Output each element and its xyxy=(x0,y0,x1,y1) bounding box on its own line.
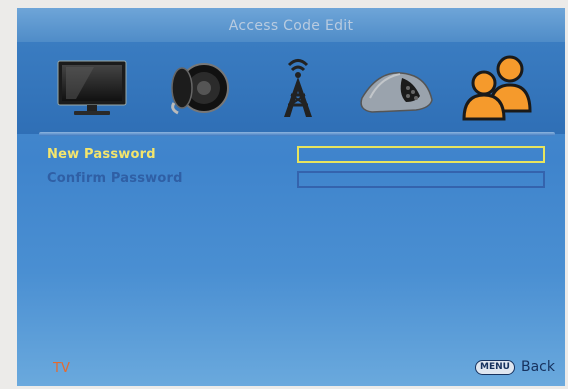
users-icon[interactable] xyxy=(455,48,537,128)
menu-key-icon: MENU xyxy=(475,359,515,375)
speaker-icon[interactable] xyxy=(160,48,242,128)
confirm-password-label: Confirm Password xyxy=(47,171,183,186)
menu-icon-bar xyxy=(17,42,565,134)
antenna-tower-icon[interactable] xyxy=(257,48,339,128)
back-hint[interactable]: MENU Back xyxy=(475,359,555,375)
tv-icon[interactable] xyxy=(51,48,133,128)
confirm-password-field[interactable] xyxy=(297,171,545,188)
tv-osd-screen: Access Code Edit New Password Confirm Pa… xyxy=(17,8,565,386)
satellite-dish-icon[interactable] xyxy=(355,48,437,128)
source-label: TV xyxy=(53,361,70,376)
page-title: Access Code Edit xyxy=(228,18,354,34)
new-password-label: New Password xyxy=(47,147,156,162)
menu-divider xyxy=(39,132,555,136)
title-bar: Access Code Edit xyxy=(17,8,565,42)
new-password-field[interactable] xyxy=(297,146,545,163)
back-label: Back xyxy=(521,359,555,375)
